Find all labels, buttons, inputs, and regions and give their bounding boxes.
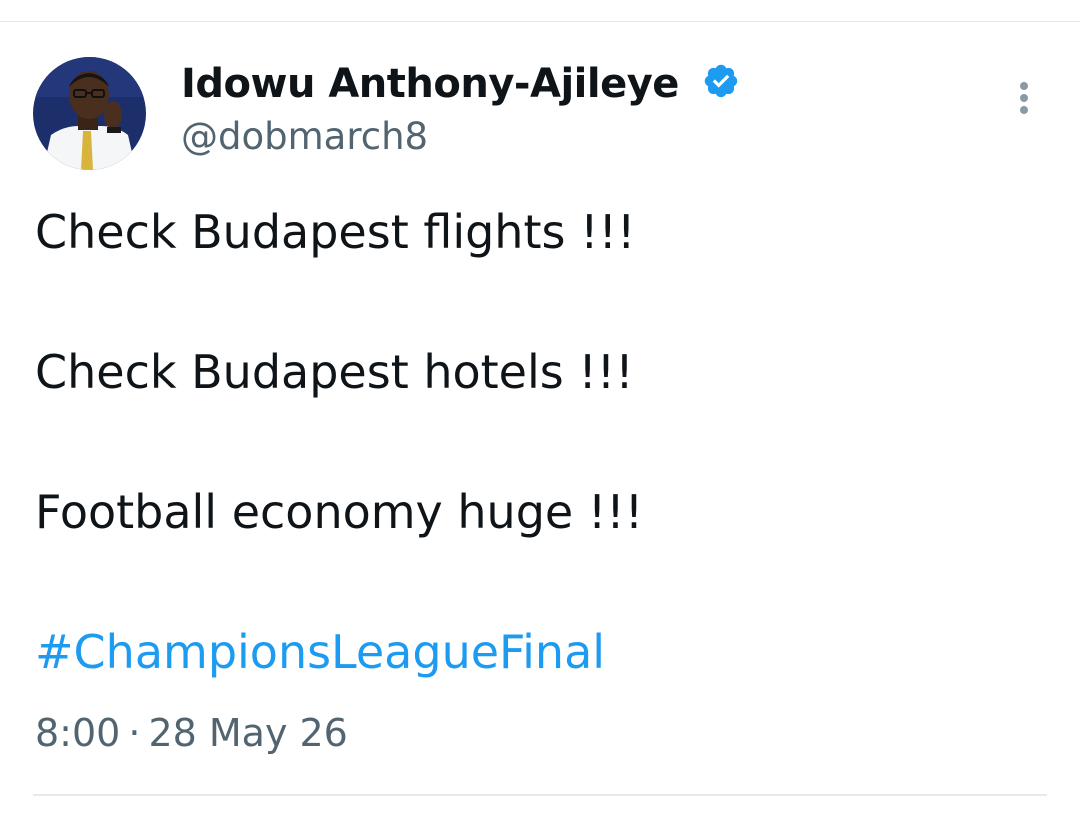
tweet-text-line: Check Budapest flights !!!	[35, 205, 636, 259]
more-vertical-icon	[1020, 82, 1028, 90]
bottom-divider	[33, 794, 1047, 796]
verified-badge-icon	[704, 64, 738, 98]
author-display-name[interactable]: Idowu Anthony-Ajileye	[181, 56, 679, 112]
tweet-date: 28 May 26	[148, 711, 348, 755]
tweet-text-line: Football economy huge !!!	[35, 485, 644, 539]
timestamp-separator: ·	[128, 711, 141, 755]
hashtag-link[interactable]: #ChampionsLeagueFinal	[35, 622, 605, 682]
more-vertical-icon-dot	[1020, 94, 1028, 102]
avatar-image	[33, 57, 146, 170]
tweet-timestamp[interactable]: 8:00 · 28 May 26	[35, 707, 348, 759]
avatar[interactable]	[33, 57, 146, 170]
tweet-time: 8:00	[35, 711, 121, 755]
more-vertical-icon-dot	[1020, 106, 1028, 114]
tweet-text-line: Check Budapest hotels !!!	[35, 345, 634, 399]
more-options-button[interactable]	[1008, 82, 1040, 122]
top-divider	[0, 21, 1080, 22]
author-handle[interactable]: @dobmarch8	[181, 113, 428, 161]
